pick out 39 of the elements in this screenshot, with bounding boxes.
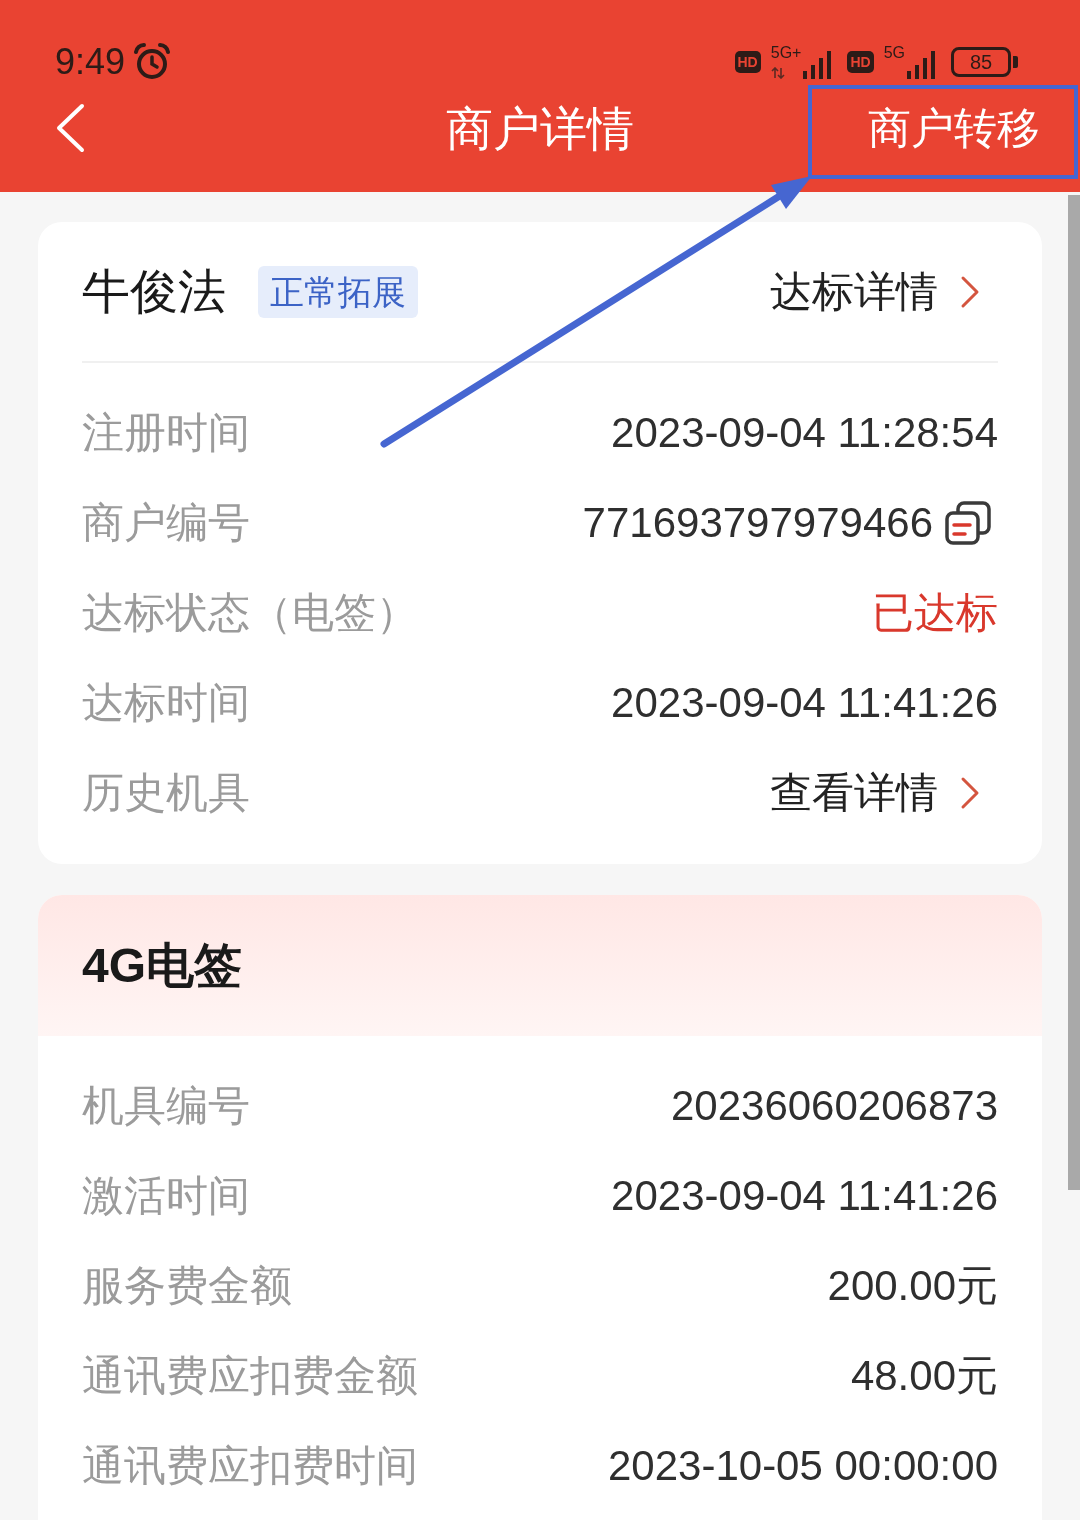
field-value: 771693797979466	[582, 502, 933, 544]
chevron-icon	[960, 776, 980, 810]
field-label: 注册时间	[82, 412, 250, 454]
hd-indicator: HD	[847, 51, 874, 73]
details-link[interactable]: 达标详情	[770, 270, 998, 313]
signal-icon	[907, 49, 937, 79]
page-title: 商户详情	[446, 104, 634, 152]
field-value: 2023-10-05 00:00:00	[608, 1445, 998, 1487]
field-label: 达标时间	[82, 682, 250, 724]
card-title: 4G电签	[82, 941, 243, 990]
field-value: 20236060206873	[670, 1085, 998, 1127]
field-label: 历史机具	[82, 772, 250, 814]
field-label: 达标状态（电签）	[82, 592, 418, 634]
field-value: 2023-09-04 11:41:26	[611, 1175, 998, 1217]
signal-icon	[803, 49, 834, 79]
field-value: 48.00元	[850, 1355, 998, 1397]
field-label: 机具编号	[82, 1085, 250, 1127]
network-type: 5G+	[770, 45, 802, 61]
details-link[interactable]: 查看详情	[770, 772, 998, 814]
back-icon[interactable]	[55, 103, 85, 153]
hd-indicator: HD	[734, 51, 761, 73]
field-label: 通讯费应扣费时间	[82, 1445, 418, 1487]
network-type: 5G	[883, 45, 905, 61]
field-value: 2023-09-04 11:41:26	[611, 682, 998, 724]
copy-icon[interactable]	[945, 501, 991, 545]
merchant-name: 牛俊法	[82, 267, 226, 316]
chevron-icon	[960, 274, 980, 309]
field-label: 商户编号	[82, 502, 250, 544]
status-value: 已达标	[872, 592, 998, 634]
status-time: 9:49	[55, 44, 126, 80]
battery-indicator: 85	[951, 47, 1018, 77]
field-value: 200.00元	[827, 1265, 998, 1307]
field-value: 2023-09-04 11:28:54	[611, 412, 998, 454]
field-label: 通讯费应扣费金额	[82, 1355, 418, 1397]
merchant-tag: 正常拓展	[258, 265, 418, 318]
field-label: 服务费金额	[82, 1265, 292, 1307]
field-label: 激活时间	[82, 1175, 250, 1217]
transfer-merchant-button[interactable]: 商户转移	[868, 106, 1040, 150]
alarm-clock-icon	[133, 43, 172, 81]
